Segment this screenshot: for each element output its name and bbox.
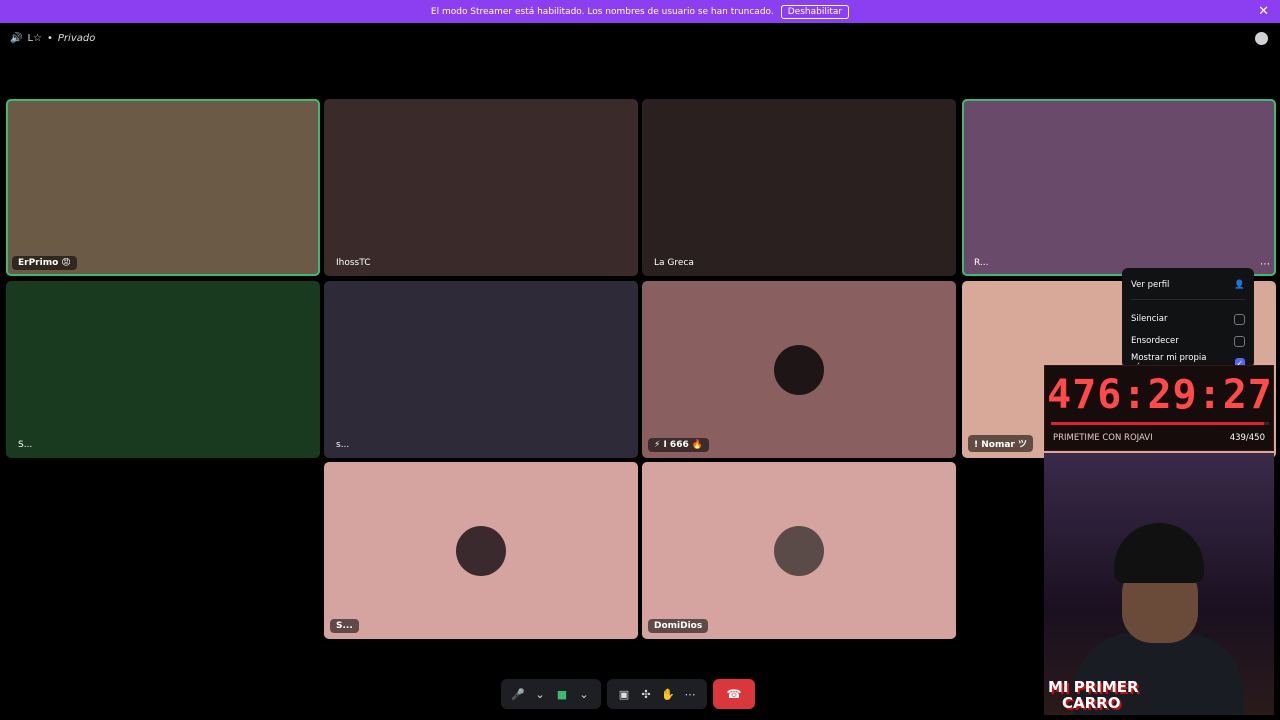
chevron-down-icon[interactable]: ⌄: [575, 688, 593, 701]
phone-icon: ☎: [726, 687, 742, 701]
camera-icon[interactable]: ■: [553, 688, 571, 701]
mic-control: 🎤 ⌄ ■ ⌄: [501, 679, 601, 709]
activities-icon[interactable]: ✣: [637, 688, 655, 701]
soundboard-icon[interactable]: ✋: [659, 688, 677, 701]
more-options-icon[interactable]: ⋯: [1260, 259, 1270, 270]
participant-tile[interactable]: S...: [324, 462, 638, 639]
timer-label: PRIMETIME CON ROJAVI: [1053, 433, 1153, 443]
disconnect-button[interactable]: ☎: [713, 679, 755, 709]
deafen-item[interactable]: Ensordecer: [1131, 330, 1245, 352]
close-icon[interactable]: ✕: [1258, 4, 1269, 19]
participant-tile[interactable]: R... ⋯: [962, 99, 1276, 276]
participant-name: ErPrimo 😡: [12, 256, 77, 270]
screen-share-icon[interactable]: ▣: [615, 688, 633, 701]
activity-controls: ▣ ✣ ✋ ⋯: [607, 679, 707, 709]
streamer-webcam: MI PRIMER CARRO: [1044, 453, 1274, 715]
participant-tile[interactable]: S...: [6, 281, 320, 458]
participant-tile[interactable]: La Greca: [642, 99, 956, 276]
timer-count: 439/450: [1229, 433, 1265, 443]
mute-checkbox[interactable]: [1234, 313, 1245, 325]
timer-progress-fill: [1051, 422, 1264, 425]
participant-tile[interactable]: DomiDios: [642, 462, 956, 639]
call-controls: 🎤 ⌄ ■ ⌄ ▣ ✣ ✋ ⋯ ☎: [501, 679, 755, 709]
timer-progress-bar: [1051, 422, 1269, 425]
disable-streamer-mode-button[interactable]: Deshabilitar: [780, 4, 850, 19]
participant-name: IhossTC: [336, 258, 371, 268]
participant-name: s...: [336, 440, 350, 450]
banner-text: El modo Streamer está habilitado. Los no…: [430, 6, 774, 17]
overlay-logo: MI PRIMER CARRO: [1048, 678, 1139, 712]
participant-tile[interactable]: ErPrimo 😡: [6, 99, 320, 276]
chat-icon[interactable]: [1255, 32, 1268, 45]
participant-name: ! Nomar ツ: [968, 435, 1033, 452]
participant-name: La Greca: [654, 258, 694, 268]
avatar: [774, 344, 824, 395]
participant-tile[interactable]: ⚡ I 666 🔥: [642, 281, 956, 458]
participant-name: S...: [18, 440, 33, 450]
speaker-icon: 🔊: [10, 32, 23, 44]
participant-name: ⚡ I 666 🔥: [648, 438, 710, 452]
mute-item[interactable]: Silenciar: [1131, 308, 1245, 330]
participant-name: S...: [330, 619, 359, 633]
streamer-cap: [1114, 523, 1204, 583]
channel-name: Privado: [57, 32, 96, 44]
participant-tile[interactable]: s...: [324, 281, 638, 458]
subathon-timer: 476:29:27 PRIMETIME CON ROJAVI 439/450: [1044, 365, 1274, 451]
view-profile-item[interactable]: Ver perfil 👤: [1131, 274, 1245, 300]
deafen-checkbox[interactable]: [1234, 335, 1245, 347]
avatar: [456, 525, 506, 576]
user-context-menu: Ver perfil 👤 Silenciar Ensordecer Mostra…: [1122, 268, 1254, 373]
more-icon[interactable]: ⋯: [681, 688, 699, 701]
participant-tile[interactable]: IhossTC: [324, 99, 638, 276]
avatar: [774, 525, 824, 576]
microphone-icon[interactable]: 🎤: [509, 688, 527, 701]
timer-clock: 476:29:27: [1047, 372, 1273, 418]
chevron-down-icon[interactable]: ⌄: [531, 688, 549, 701]
server-name: L☆: [27, 32, 42, 44]
user-icon: 👤: [1234, 279, 1245, 290]
streamer-mode-banner: El modo Streamer está habilitado. Los no…: [0, 0, 1280, 23]
participant-name: R...: [974, 258, 989, 268]
participant-name: DomiDios: [648, 619, 709, 633]
voice-channel-header: 🔊 L☆ • Privado: [10, 32, 96, 44]
